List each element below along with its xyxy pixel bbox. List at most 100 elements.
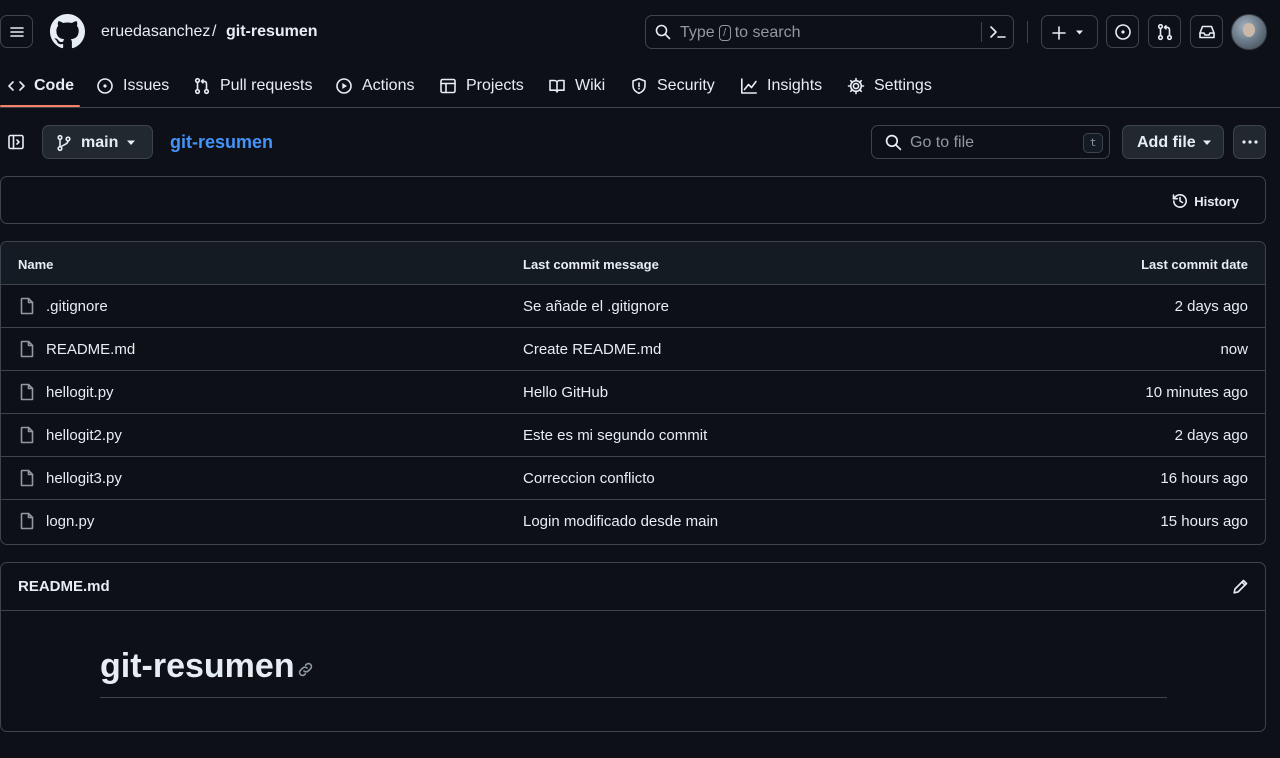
table-row[interactable]: hellogit.py Hello GitHub 10 minutes ago [1, 371, 1265, 414]
commit-message-link[interactable]: Hello GitHub [523, 384, 608, 401]
commit-date: 2 days ago [1174, 298, 1248, 315]
tab-actions-label: Actions [362, 77, 415, 94]
branch-selector-button[interactable]: main [42, 125, 153, 159]
book-icon [549, 79, 565, 93]
play-icon [336, 78, 352, 94]
readme-panel: README.md git-resumen [0, 562, 1266, 732]
tab-security-label: Security [657, 77, 715, 94]
link-anchor-icon[interactable] [297, 661, 314, 678]
issues-button[interactable] [1106, 15, 1139, 48]
tab-actions[interactable]: Actions [335, 64, 414, 108]
history-icon [1172, 194, 1188, 208]
chevron-down-icon [126, 140, 136, 146]
tab-pull-requests[interactable]: Pull requests [193, 64, 313, 108]
breadcrumb-repo[interactable]: git-resumen [226, 22, 318, 42]
tab-projects-label: Projects [466, 77, 524, 94]
history-link[interactable]: History [1171, 192, 1239, 210]
tab-code[interactable]: Code [8, 64, 74, 108]
pull-request-icon [194, 77, 210, 95]
more-options-button[interactable] [1233, 125, 1266, 159]
readme-heading: git-resumen [100, 647, 295, 685]
active-tab-indicator [0, 105, 80, 107]
file-icon [19, 297, 35, 315]
branch-name: main [81, 134, 119, 151]
kebab-horizontal-icon [1242, 140, 1258, 144]
command-palette-icon[interactable] [989, 24, 1007, 40]
tab-projects[interactable]: Projects [439, 64, 524, 108]
issue-icon [97, 78, 113, 94]
code-icon [8, 81, 25, 91]
table-row[interactable]: README.md Create README.md now [1, 328, 1265, 371]
global-header: eruedasanchez / git-resumen Type / to se… [0, 0, 1280, 64]
commit-message-link[interactable]: Login modificado desde main [523, 513, 718, 530]
file-icon [19, 426, 35, 444]
readme-header: README.md [1, 563, 1265, 611]
history-label: History [1194, 193, 1239, 209]
tab-pull-requests-label: Pull requests [220, 77, 313, 94]
commit-message-link[interactable]: Correccion conflicto [523, 470, 655, 487]
commit-date: 15 hours ago [1160, 513, 1248, 530]
github-logo-icon[interactable] [50, 14, 85, 49]
go-to-file-placeholder: Go to file [910, 134, 975, 151]
commit-message-link[interactable]: Se añade el .gitignore [523, 298, 669, 315]
commit-message-link[interactable]: Este es mi segundo commit [523, 427, 707, 444]
tab-insights[interactable]: Insights [740, 64, 822, 108]
search-placeholder-suffix: to search [734, 24, 801, 41]
file-name-link[interactable]: README.md [46, 341, 135, 358]
breadcrumb-separator: / [212, 23, 217, 40]
tab-issues-label: Issues [123, 77, 170, 94]
file-name-link[interactable]: hellogit2.py [46, 427, 122, 444]
file-table-header: Name Last commit message Last commit dat… [1, 242, 1265, 285]
table-row[interactable]: hellogit2.py Este es mi segundo commit 2… [1, 414, 1265, 457]
repo-name-link[interactable]: git-resumen [170, 132, 273, 153]
column-header-date: Last commit date [1141, 257, 1248, 272]
search-icon [655, 24, 671, 40]
search-icon [885, 134, 902, 151]
table-row[interactable]: hellogit3.py Correccion conflicto 16 hou… [1, 457, 1265, 500]
file-icon [19, 340, 35, 358]
tab-wiki[interactable]: Wiki [548, 64, 605, 108]
tab-security[interactable]: Security [630, 64, 715, 108]
commit-date: 10 minutes ago [1145, 384, 1248, 401]
readme-title[interactable]: README.md [18, 578, 110, 595]
search-shortcut-key: / [718, 25, 731, 41]
create-new-button[interactable] [1041, 15, 1098, 49]
file-name-link[interactable]: .gitignore [46, 298, 108, 315]
commit-date: 2 days ago [1174, 427, 1248, 444]
go-to-file-input[interactable]: Go to file t [871, 125, 1110, 159]
table-row[interactable]: logn.py Login modificado desde main 15 h… [1, 500, 1265, 543]
hamburger-icon [9, 26, 24, 37]
pull-request-icon [1157, 23, 1172, 40]
pull-requests-button[interactable] [1148, 15, 1181, 48]
add-file-label: Add file [1137, 134, 1196, 151]
column-header-name: Name [18, 257, 54, 272]
table-row[interactable]: .gitignore Se añade el .gitignore 2 days… [1, 285, 1265, 328]
latest-commit-box: History [0, 176, 1266, 224]
tab-issues[interactable]: Issues [96, 64, 169, 108]
file-tree-toggle-icon[interactable] [7, 133, 25, 151]
file-name-link[interactable]: hellogit3.py [46, 470, 122, 487]
column-header-message: Last commit message [523, 257, 659, 272]
tab-settings-label: Settings [874, 77, 932, 94]
repo-nav: Code Issues Pull requests Actions Projec… [0, 64, 1280, 108]
tab-settings[interactable]: Settings [847, 64, 932, 108]
breadcrumb-owner[interactable]: eruedasanchez [101, 22, 210, 42]
commit-message-link[interactable]: Create README.md [523, 341, 661, 358]
add-file-button[interactable]: Add file [1122, 125, 1224, 159]
avatar[interactable] [1231, 14, 1267, 50]
search-divider [981, 22, 982, 42]
search-placeholder: Type / to search [680, 24, 801, 42]
menu-button[interactable] [0, 15, 33, 48]
header-divider [1027, 21, 1028, 43]
tab-wiki-label: Wiki [575, 77, 606, 94]
file-icon [19, 383, 35, 401]
file-icon [19, 512, 35, 530]
search-placeholder-prefix: Type [680, 24, 715, 41]
inbox-icon [1198, 25, 1215, 38]
global-search-input[interactable]: Type / to search [645, 15, 1014, 49]
file-name-link[interactable]: logn.py [46, 513, 94, 530]
pencil-icon[interactable] [1232, 578, 1249, 595]
commit-date: 16 hours ago [1160, 470, 1248, 487]
file-name-link[interactable]: hellogit.py [46, 384, 114, 401]
inbox-button[interactable] [1190, 15, 1223, 48]
